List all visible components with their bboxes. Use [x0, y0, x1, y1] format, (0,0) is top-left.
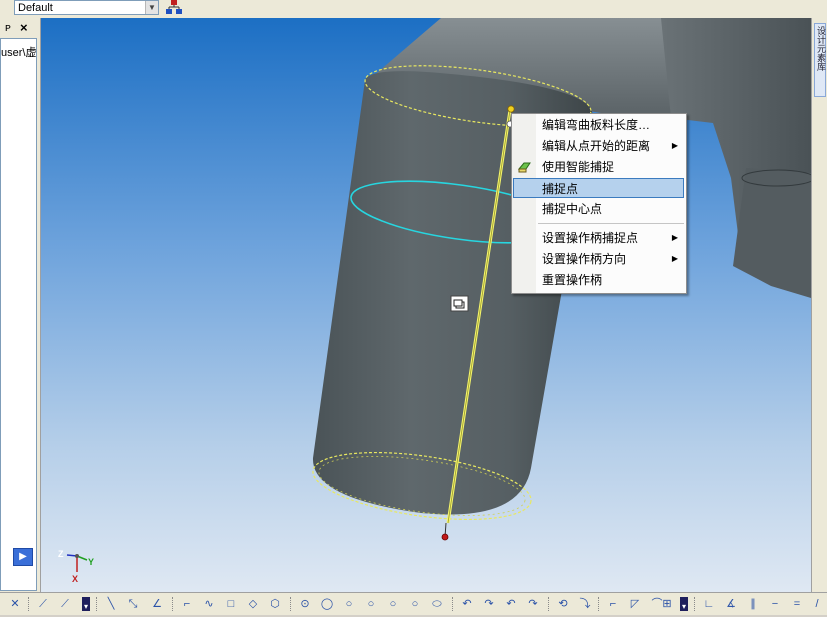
sketch-toolbar: ✕ ⟋ ⟋ ▾ ╲ ⤡ ∠ ⌐ ∿ □ ◇ ⬡ ⊙ ◯ ○ ○ ○ ○ ⬭ ↶ …	[0, 592, 827, 615]
lower-branch-pipe	[733, 168, 811, 298]
scene-graphic	[66, 18, 811, 572]
menu-item-smart-snap[interactable]: 使用智能捕捉	[513, 157, 684, 177]
ellipse-icon[interactable]: ⬭	[430, 597, 444, 611]
arc-3pt-icon[interactable]: ↶	[504, 597, 518, 611]
axis-label-x: X	[72, 574, 79, 584]
hierarchy-icon[interactable]	[166, 0, 182, 15]
menu-item-set-handle-snap-point[interactable]: 设置操作柄捕捉点 ▶	[513, 228, 684, 248]
submenu-arrow-icon: ▶	[671, 254, 678, 263]
arrow-right-icon: ▶	[19, 551, 27, 562]
parallel-icon[interactable]: ∥	[746, 597, 760, 611]
diamond-icon[interactable]: ◇	[246, 597, 260, 611]
seam-end-point	[441, 533, 449, 541]
collinear-icon[interactable]: /	[810, 597, 824, 611]
menu-item-label: 重置操作柄	[542, 273, 603, 287]
design-library-tab-label: 设计元素库	[816, 26, 826, 71]
angle-relation-icon[interactable]: ∡	[724, 597, 738, 611]
toolbar-grip[interactable]	[548, 597, 552, 611]
menu-item-label: 编辑从点开始的距离	[542, 139, 651, 153]
context-menu: 编辑弯曲板料长度… 编辑从点开始的距离 ▶ 使用智能捕捉 捕捉点 捕捉中心点 设…	[511, 113, 687, 294]
circle-2tangent-icon[interactable]: ○	[386, 597, 400, 611]
left-panel-header: ᴘ ×	[0, 18, 40, 38]
chamfer-icon[interactable]: ◸	[628, 597, 642, 611]
polygon-icon[interactable]: ⬡	[268, 597, 282, 611]
chevron-down-icon[interactable]: ▼	[145, 1, 158, 14]
sketch-edit-icon[interactable]: ⟋	[58, 597, 72, 611]
menu-separator	[538, 223, 684, 224]
style-dropdown-value: Default	[18, 2, 53, 14]
toolbar-grip[interactable]	[290, 597, 294, 611]
relation-icon[interactable]: ∟	[702, 597, 716, 611]
toolbar-grip[interactable]	[172, 597, 176, 611]
submenu-arrow-icon: ▶	[671, 233, 678, 242]
menu-item-edit-distance-from-point[interactable]: 编辑从点开始的距离 ▶	[513, 136, 684, 156]
angled-line-icon[interactable]: ∠	[150, 597, 164, 611]
toolbar-grip[interactable]	[694, 597, 698, 611]
menu-item-snap-center-point[interactable]: 捕捉中心点	[513, 199, 684, 219]
pin-icon[interactable]: ᴘ	[5, 22, 11, 34]
circle-3tangent-icon[interactable]: ○	[408, 597, 422, 611]
snap-point-top	[507, 105, 515, 113]
menu-item-reset-handle[interactable]: 重置操作柄	[513, 270, 684, 290]
menu-item-label: 编辑弯曲板料长度…	[542, 118, 651, 132]
circle-center-icon[interactable]: ⊙	[298, 597, 312, 611]
circle-3pt-icon[interactable]: ○	[342, 597, 356, 611]
horizontal-icon[interactable]: −	[768, 597, 782, 611]
smart-snap-icon	[517, 162, 531, 173]
select-icon[interactable]: ✕	[8, 597, 22, 611]
polyline-icon[interactable]: ⌐	[180, 597, 194, 611]
menu-item-snap-point[interactable]: 捕捉点	[513, 178, 684, 198]
spline-icon[interactable]: ∿	[202, 597, 216, 611]
toolbar-grip[interactable]	[96, 597, 100, 611]
arc-icon[interactable]: ↶	[460, 597, 474, 611]
toolbar-overflow-icon[interactable]: ▾	[680, 597, 688, 611]
menu-item-set-handle-direction[interactable]: 设置操作柄方向 ▶	[513, 249, 684, 269]
rectangle-icon[interactable]: □	[224, 597, 238, 611]
design-library-tab[interactable]: 设计元素库	[814, 23, 826, 97]
left-panel: ᴘ × user\虚 ▶	[0, 18, 41, 592]
right-dock: 设计元素库	[811, 18, 827, 592]
fillet-icon[interactable]: ⌐	[606, 597, 620, 611]
menu-item-label: 设置操作柄捕捉点	[542, 231, 639, 245]
menu-item-label: 使用智能捕捉	[542, 160, 615, 174]
tree-path-text[interactable]: user\虚	[1, 44, 36, 60]
toolbar-grip[interactable]	[598, 597, 602, 611]
equal-icon[interactable]: =	[790, 597, 804, 611]
close-icon[interactable]: ×	[20, 20, 28, 35]
dimension-icon[interactable]: ⊞	[660, 597, 674, 611]
menu-item-label: 设置操作柄方向	[542, 252, 627, 266]
axis-label-z: Z	[58, 549, 64, 559]
top-toolbar: Default ▼	[0, 0, 827, 19]
submenu-arrow-icon: ▶	[671, 141, 678, 150]
project-icon[interactable]: ⤵	[578, 597, 592, 611]
arc-center-icon[interactable]: ↷	[482, 597, 496, 611]
toolbar-grip[interactable]	[28, 597, 32, 611]
toolbar-overflow-icon[interactable]: ▾	[82, 597, 90, 611]
circle-tangent-icon[interactable]: ○	[364, 597, 378, 611]
sketch-icon[interactable]: ⟋	[36, 597, 50, 611]
line-icon[interactable]: ╲	[104, 597, 118, 611]
offset-icon[interactable]: ⟲	[556, 597, 570, 611]
pathfinder-tree[interactable]: user\虚	[0, 38, 37, 591]
circle-icon[interactable]: ◯	[320, 597, 334, 611]
tangent-line-icon[interactable]: ⤡	[126, 597, 140, 611]
3d-viewport[interactable]: Z Y X	[41, 18, 811, 592]
arc-tangent-icon[interactable]: ↷	[526, 597, 540, 611]
menu-item-label: 捕捉点	[542, 182, 579, 196]
panel-next-button[interactable]: ▶	[13, 548, 33, 566]
toolbar-grip[interactable]	[452, 597, 456, 611]
menu-item-edit-bend-length[interactable]: 编辑弯曲板料长度…	[513, 115, 684, 135]
style-dropdown[interactable]: Default ▼	[14, 0, 159, 15]
axis-label-y: Y	[88, 557, 95, 567]
menu-item-label: 捕捉中心点	[542, 202, 603, 216]
axis-triad	[66, 554, 88, 572]
